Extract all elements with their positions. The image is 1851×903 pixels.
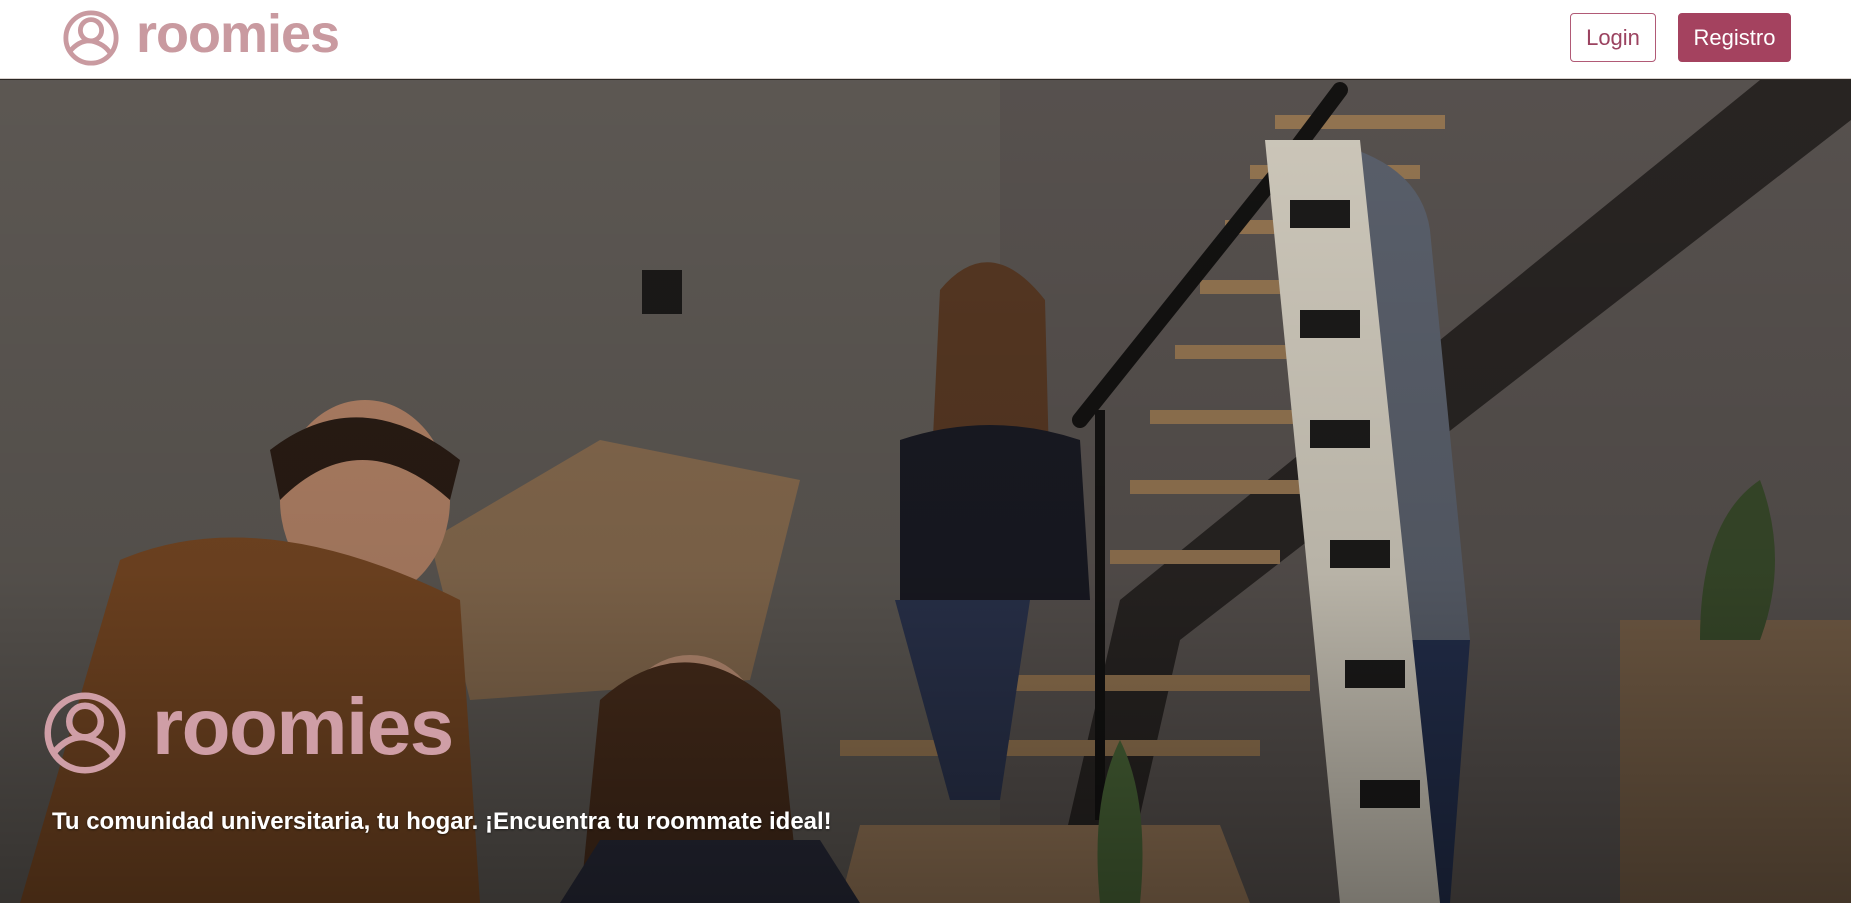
roomies-logo-icon xyxy=(63,10,119,66)
brand-logo-link[interactable]: roomies xyxy=(62,4,340,68)
brand-name: roomies xyxy=(136,4,340,64)
roomies-logo-icon xyxy=(44,692,126,774)
register-button[interactable]: Registro xyxy=(1678,13,1791,62)
login-button[interactable]: Login xyxy=(1570,13,1656,62)
hero-logo-text: roomies xyxy=(152,682,454,771)
hero-section: roomies Tu comunidad universitaria, tu h… xyxy=(0,80,1851,903)
hero-tagline: Tu comunidad universitaria, tu hogar. ¡E… xyxy=(52,808,832,835)
hero-dark-overlay xyxy=(0,80,1851,903)
top-navbar: roomies Login Registro xyxy=(0,0,1851,79)
hero-logo: roomies xyxy=(42,682,454,776)
